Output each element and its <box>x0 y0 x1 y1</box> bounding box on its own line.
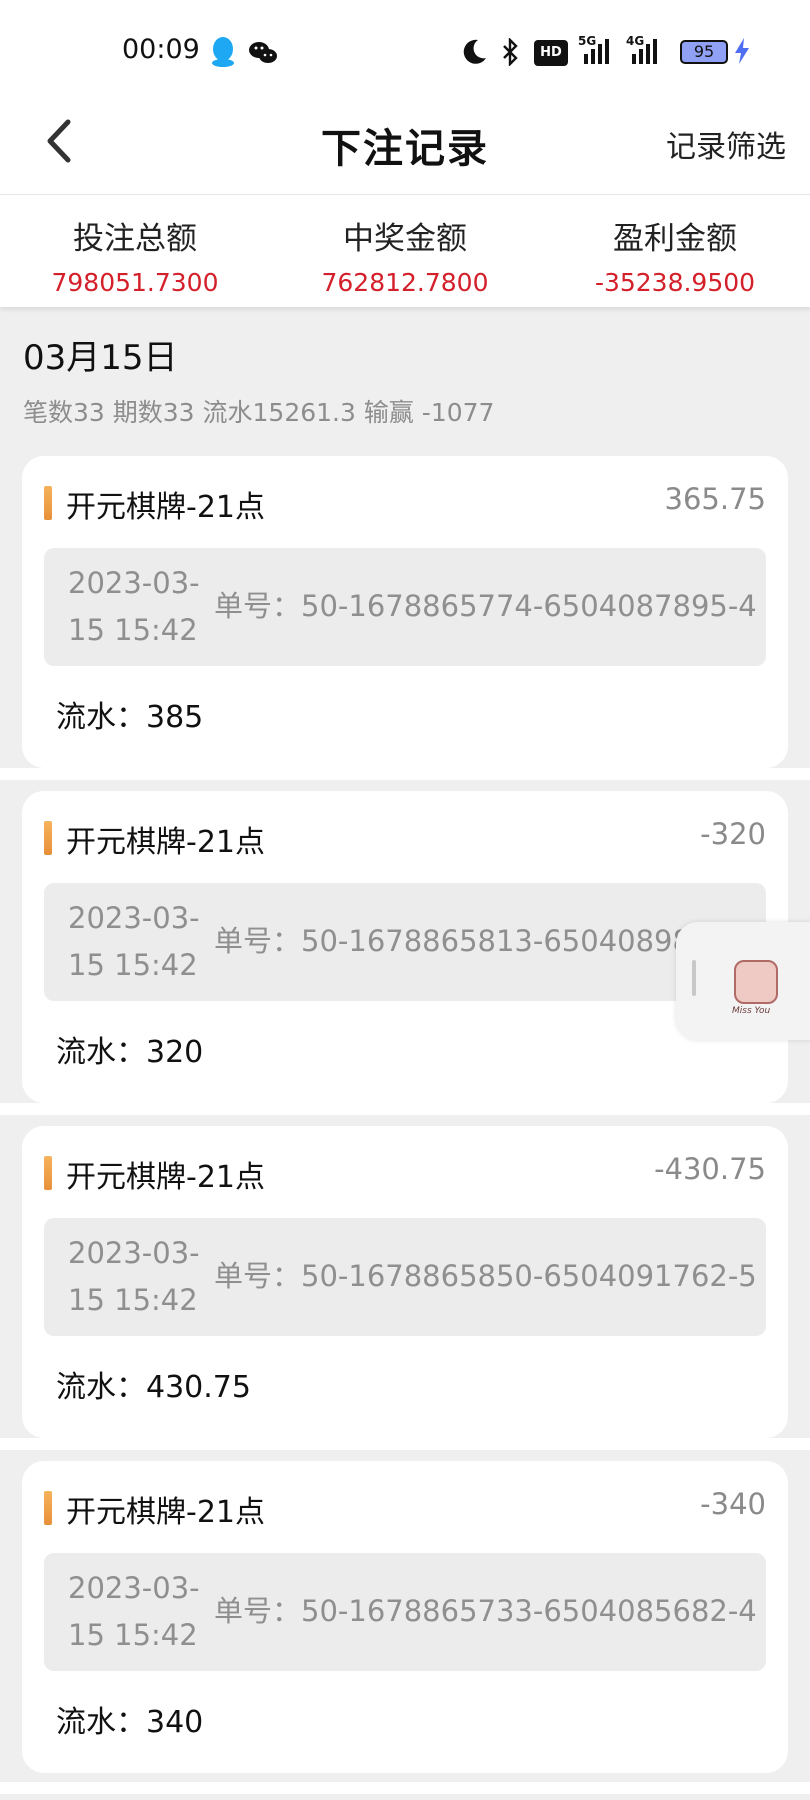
record-order-number: 单号：50-1678865774-6504087895-4 <box>214 589 757 623</box>
bet-record-card[interactable]: 开元棋牌-21点 365.75 2023-03-15 15:42 单号：50-1… <box>22 456 788 768</box>
record-time: 2023-03-15 15:42 <box>68 566 200 647</box>
accent-bar <box>44 486 52 520</box>
qq-logo-icon <box>734 960 778 1004</box>
bet-record-card[interactable]: 开元棋牌-21点 -320 2023-03-15 15:42 单号：50-167… <box>22 791 788 1103</box>
status-bar: 00:09 HD 5G 4G 95 <box>0 0 810 100</box>
summary-value: 798051.7300 <box>51 268 219 297</box>
summary-value: -35238.9500 <box>594 268 756 297</box>
game-name: 开元棋牌-21点 <box>66 490 265 525</box>
wechat-icon <box>249 42 277 63</box>
record-flow: 流水：430.75 <box>56 1370 251 1405</box>
bluetooth-icon <box>503 38 518 66</box>
record-info-box: 2023-03-15 15:42 单号：50-1678865850-650409… <box>44 1218 766 1336</box>
record-filter-button[interactable]: 记录筛选 <box>666 122 786 166</box>
divider <box>0 1103 810 1115</box>
moon-icon <box>463 39 486 64</box>
summary-winnings: 中奖金额 762812.7800 <box>270 213 540 297</box>
widget-caption: Miss You <box>732 1006 771 1016</box>
record-time: 2023-03-15 15:42 <box>68 1236 200 1317</box>
qq-icon <box>212 37 234 67</box>
record-time: 2023-03-15 15:42 <box>68 1571 200 1652</box>
accent-bar <box>44 1491 52 1525</box>
record-time: 2023-03-15 15:42 <box>68 901 200 982</box>
record-amount: -340 <box>700 1487 766 1521</box>
divider <box>0 1782 810 1794</box>
accent-bar <box>44 1156 52 1190</box>
day-stats: 笔数33 期数33 流水15261.3 输赢 -1077 <box>23 398 495 427</box>
record-info-box: 2023-03-15 15:42 单号：50-1678865813-650408… <box>44 883 766 1001</box>
record-info-box: 2023-03-15 15:42 单号：50-1678865733-650408… <box>44 1553 766 1671</box>
summary-profit: 盈利金额 -35238.9500 <box>540 213 810 297</box>
record-amount: -320 <box>700 817 766 851</box>
divider <box>0 1438 810 1450</box>
summary-value: 762812.7800 <box>321 268 489 297</box>
floating-assistant-widget[interactable]: Miss You <box>676 922 810 1040</box>
record-amount: 365.75 <box>664 482 766 516</box>
bet-record-card[interactable]: 开元棋牌-21点 -430.75 2023-03-15 15:42 单号：50-… <box>22 1126 788 1438</box>
drag-handle[interactable] <box>692 960 696 996</box>
hd-icon: HD <box>534 40 568 66</box>
game-name: 开元棋牌-21点 <box>66 1160 265 1195</box>
record-flow: 流水：340 <box>56 1705 204 1740</box>
battery-icon: 95 <box>680 40 728 64</box>
header-bar: 下注记录 记录筛选 <box>0 100 810 194</box>
divider <box>0 768 810 780</box>
status-time: 00:09 <box>122 34 200 65</box>
record-order-number: 单号：50-1678865733-6504085682-4 <box>214 1594 757 1628</box>
signal-5g-icon: 5G <box>578 34 614 66</box>
accent-bar <box>44 821 52 855</box>
game-name: 开元棋牌-21点 <box>66 825 265 860</box>
day-date: 03月15日 <box>23 338 178 378</box>
summary-label: 中奖金额 <box>343 221 467 257</box>
record-info-box: 2023-03-15 15:42 单号：50-1678865774-650408… <box>44 548 766 666</box>
charging-icon <box>735 38 749 64</box>
signal-4g-icon: 4G <box>622 34 664 66</box>
bet-record-card[interactable]: 开元棋牌-21点 -340 2023-03-15 15:42 单号：50-167… <box>22 1461 788 1773</box>
summary-panel: 投注总额 798051.7300 中奖金额 762812.7800 盈利金额 -… <box>0 194 810 307</box>
summary-label: 投注总额 <box>73 221 197 257</box>
record-amount: -430.75 <box>654 1152 766 1186</box>
record-flow: 流水：320 <box>56 1035 204 1070</box>
game-name: 开元棋牌-21点 <box>66 1495 265 1530</box>
summary-total-bet: 投注总额 798051.7300 <box>0 213 270 297</box>
record-flow: 流水：385 <box>56 700 204 735</box>
summary-label: 盈利金额 <box>613 221 737 257</box>
record-order-number: 单号：50-1678865850-6504091762-5 <box>214 1259 757 1293</box>
